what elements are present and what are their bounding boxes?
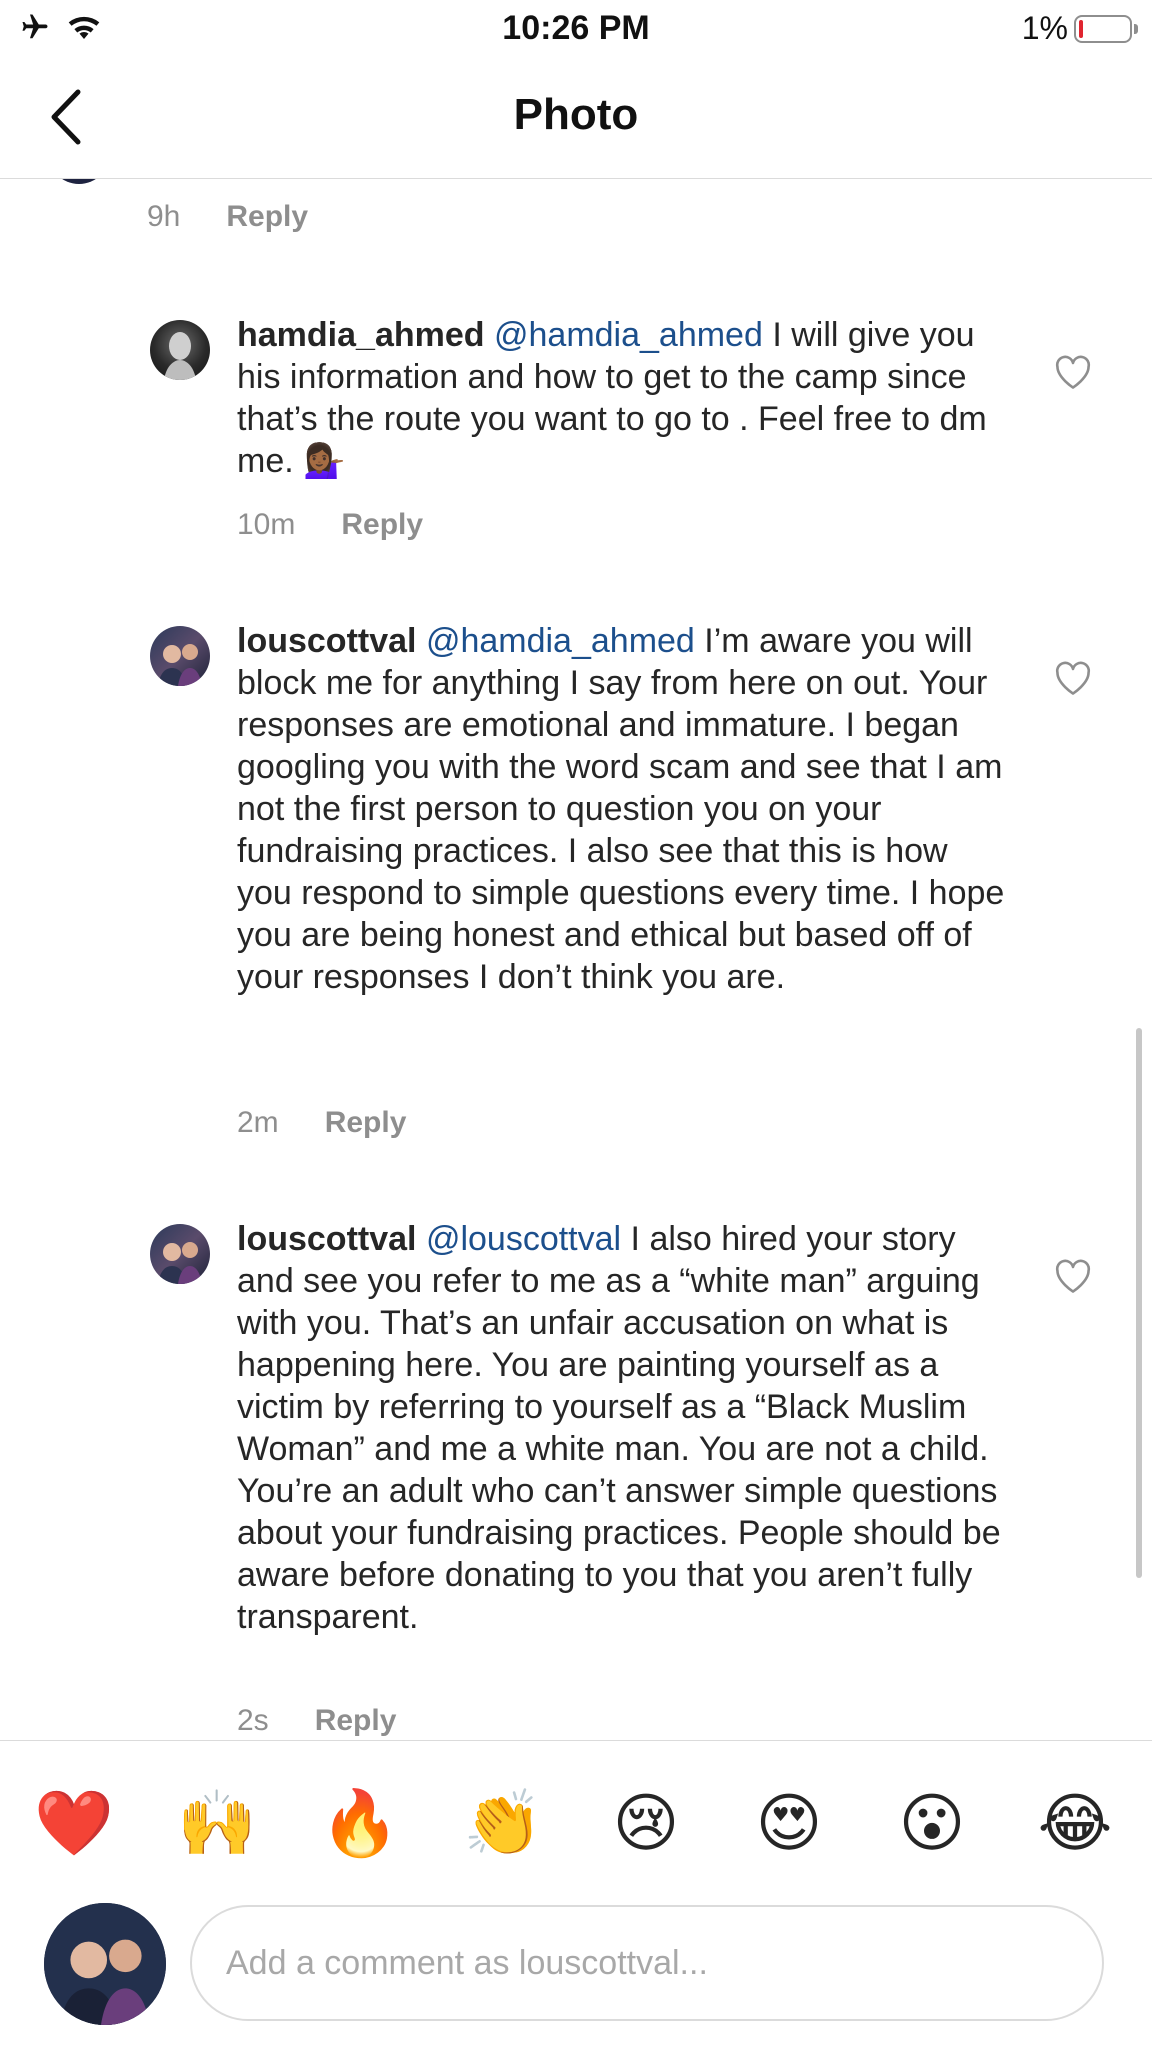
comment-username[interactable]: louscottval <box>237 622 416 660</box>
page-title: Photo <box>513 90 639 139</box>
avatar-louscottval[interactable] <box>150 1224 210 1284</box>
my-avatar <box>44 1903 166 2025</box>
comment-emoji: 💁🏾‍♀️ <box>303 442 346 480</box>
comment-text: louscottval @hamdia_ahmed I’m aware you … <box>237 620 1007 998</box>
emoji-laughing[interactable]: 😂 <box>1030 1779 1120 1869</box>
battery-icon <box>1074 14 1138 43</box>
emoji-heart[interactable]: ❤️ <box>29 1779 119 1869</box>
avatar-louscottval[interactable] <box>150 626 210 686</box>
avatar[interactable] <box>150 498 210 558</box>
avatar-hamdia[interactable] <box>150 320 210 380</box>
profile-photo <box>158 644 202 686</box>
quick-emoji-bar: ❤️ 🙌 🔥 👏 😢 😍 😮 😂 <box>0 1779 1152 1869</box>
status-time: 10:26 PM <box>502 9 650 47</box>
reply-button[interactable]: Reply <box>315 1704 397 1738</box>
comment-meta: 10m Reply <box>237 508 423 542</box>
nav-bar: Photo <box>0 60 1152 179</box>
emoji-heart-eyes[interactable]: 😍 <box>744 1779 834 1869</box>
scrollbar[interactable] <box>1136 1028 1142 1578</box>
emoji-surprised[interactable]: 😮 <box>887 1779 977 1869</box>
comment-meta: 2s Reply <box>237 1704 396 1738</box>
comment-text: hamdia_ahmed @hamdia_ahmed I will give y… <box>237 314 1007 482</box>
battery-status: 1% <box>1021 10 1138 47</box>
comment-mention[interactable]: @hamdia_ahmed <box>426 622 695 660</box>
battery-percent: 1% <box>1021 10 1068 46</box>
emoji-raising-hands[interactable]: 🙌 <box>172 1779 262 1869</box>
comment-text: louscottval @louscottval I also hired yo… <box>237 1218 1007 1638</box>
comment-meta: 2m Reply <box>237 1106 406 1140</box>
profile-photo <box>158 1242 202 1284</box>
comment-composer: ❤️ 🙌 🔥 👏 😢 😍 😮 😂 <box>0 1740 1152 2049</box>
comment-body: I also hired your story and see you refe… <box>237 1220 1001 1636</box>
comment-time: 2m <box>237 1106 279 1139</box>
emoji-clapping[interactable]: 👏 <box>458 1779 548 1869</box>
comment-username[interactable]: louscottval <box>237 1220 416 1258</box>
emoji-fire[interactable]: 🔥 <box>315 1779 405 1869</box>
reply-button[interactable]: Reply <box>341 508 423 542</box>
heart-icon[interactable] <box>1053 1258 1093 1294</box>
comment-time: 9h <box>147 200 181 233</box>
comment-mention[interactable]: @hamdia_ahmed <box>494 316 763 354</box>
comment-time: 2s <box>237 1704 269 1737</box>
heart-icon[interactable] <box>1053 660 1093 696</box>
profile-photo <box>164 332 196 380</box>
comment-input[interactable] <box>190 1905 1104 2021</box>
heart-icon[interactable] <box>1053 354 1093 390</box>
reply-button[interactable]: Reply <box>325 1106 407 1140</box>
emoji-crying[interactable]: 😢 <box>601 1779 691 1869</box>
comments-feed[interactable]: 9h Reply hamdia_ahmed @hamdia_ahmed I wi… <box>0 178 1152 1740</box>
comment-mention[interactable]: @louscottval <box>426 1220 621 1258</box>
previous-comment-meta: 9h Reply <box>147 200 308 234</box>
status-bar: 10:26 PM 1% <box>0 0 1152 60</box>
comment-username[interactable]: hamdia_ahmed <box>237 316 485 354</box>
profile-photo <box>44 1903 166 2025</box>
comment-body: I’m aware you will block me for anything… <box>237 622 1005 996</box>
comment-time: 10m <box>237 508 296 541</box>
reply-button[interactable]: Reply <box>226 200 308 234</box>
